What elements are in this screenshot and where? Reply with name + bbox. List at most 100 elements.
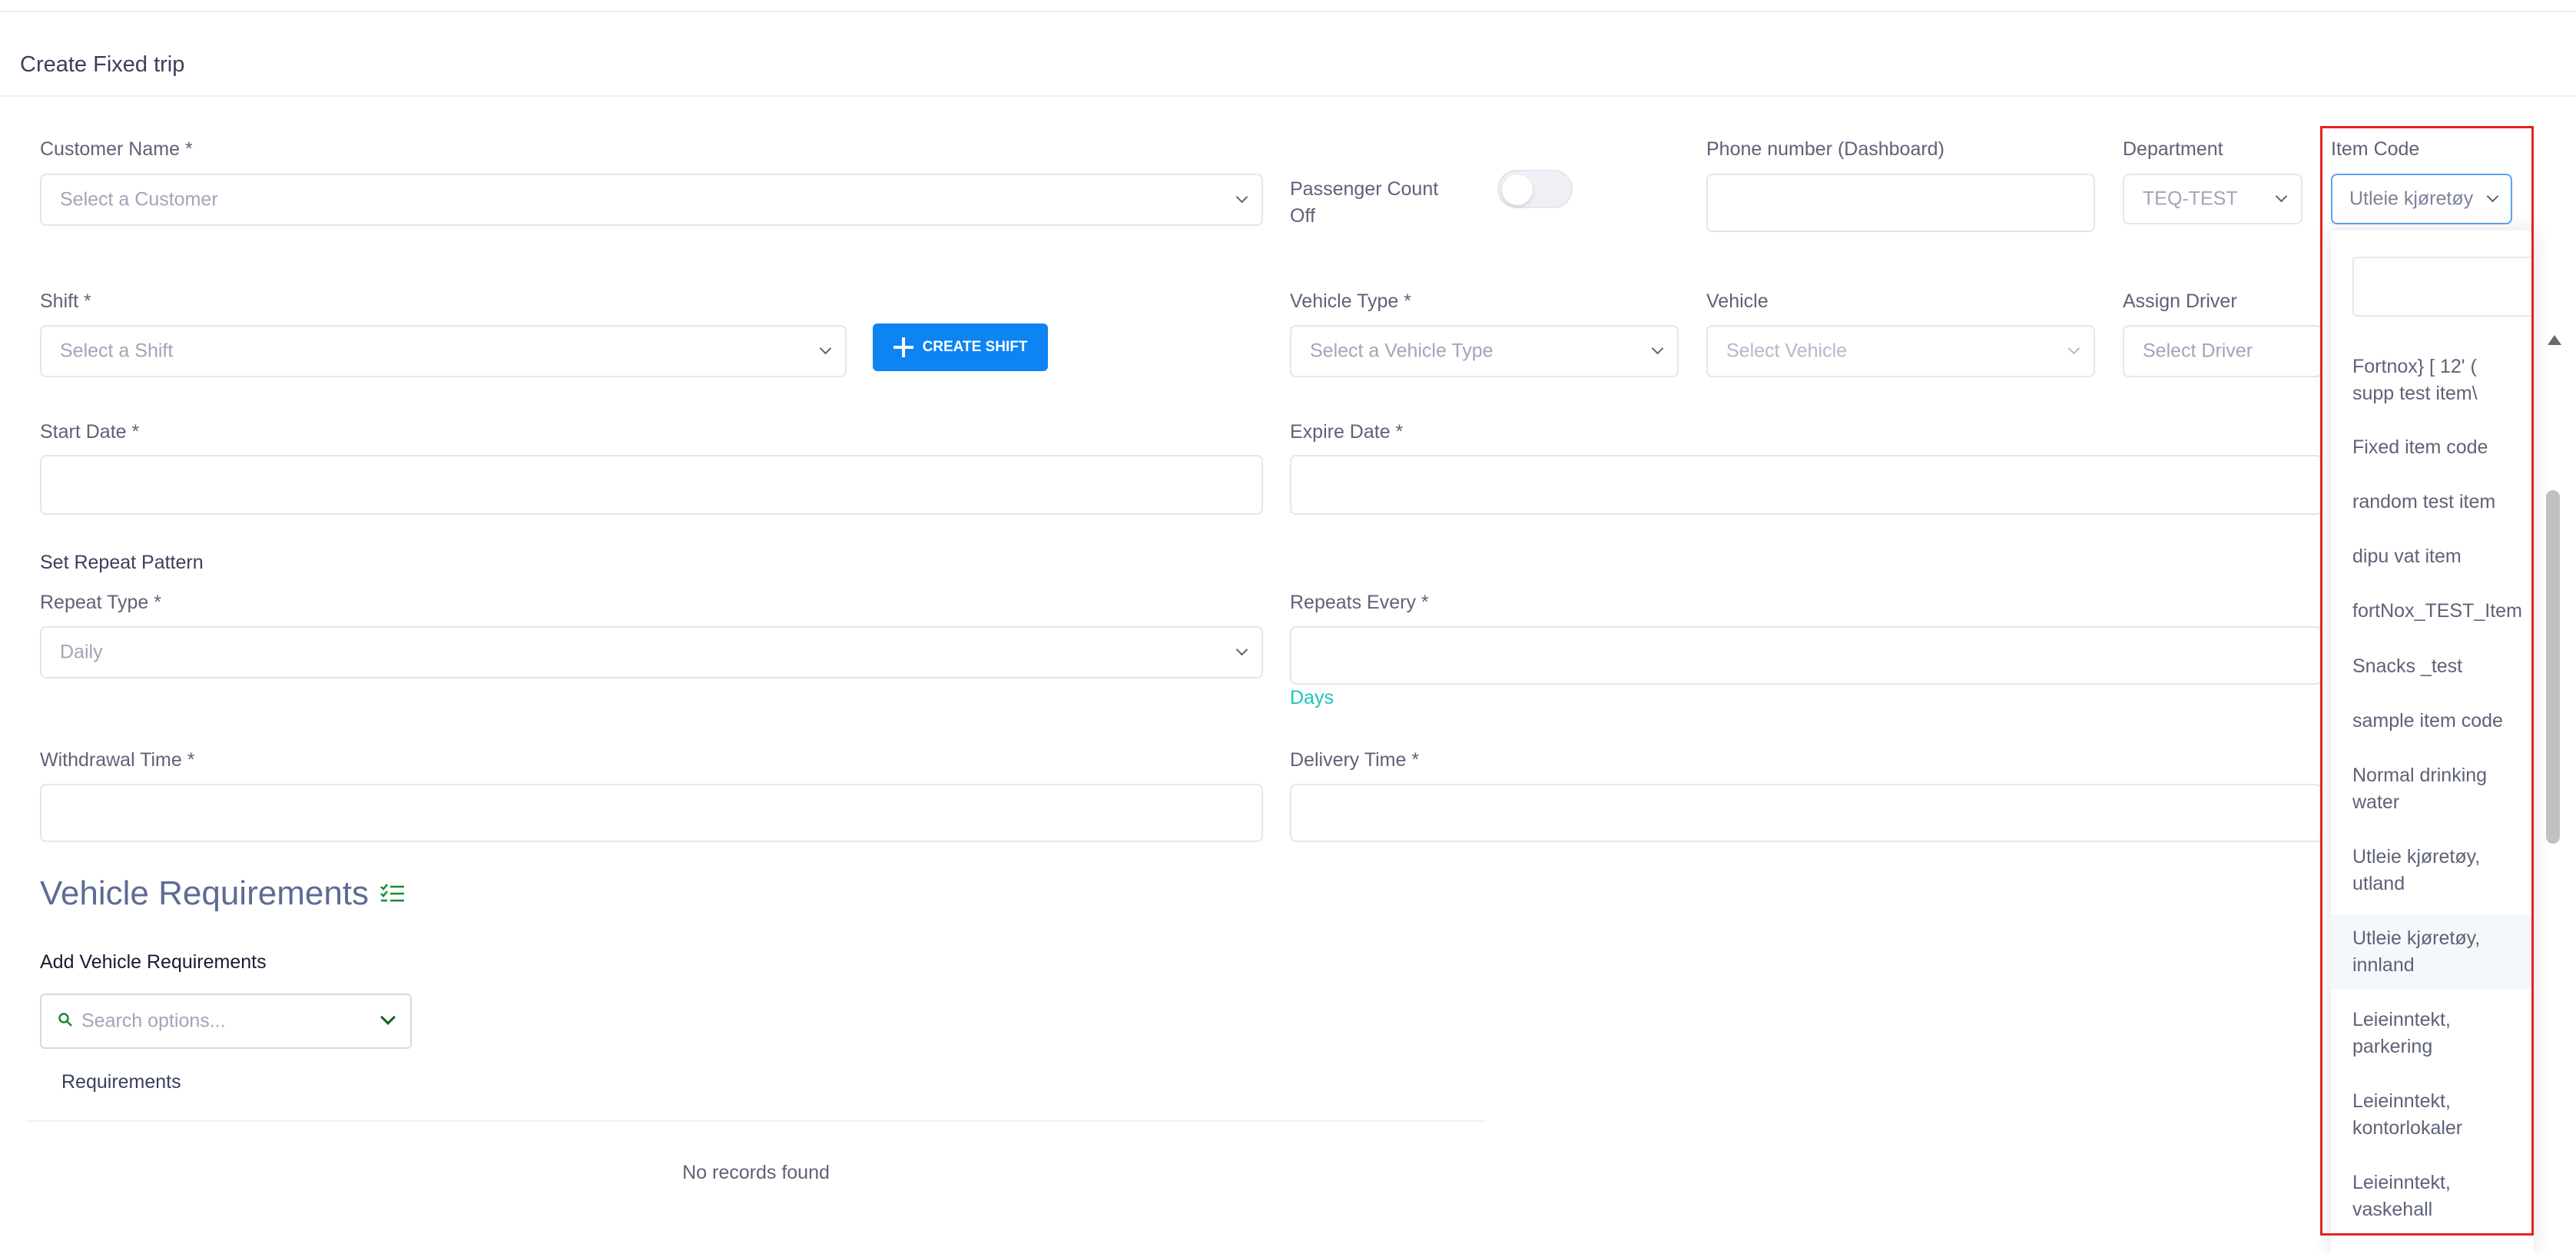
start-date-input[interactable] — [40, 455, 1263, 515]
top-bar — [0, 0, 2576, 12]
dropdown-option[interactable]: Leieinntekt, parkering — [2331, 1007, 2534, 1060]
phone-label: Phone number (Dashboard) — [1706, 138, 1944, 160]
dropdown-option[interactable]: Fixed item code — [2331, 434, 2534, 461]
dropdown-option[interactable]: dipu vat item — [2331, 543, 2534, 570]
dropdown-option-line1: fortNox_TEST_Item — [2352, 600, 2522, 622]
chevron-down-icon — [2486, 190, 2499, 203]
dropdown-option-line1: Leieinntekt, — [2352, 1009, 2451, 1030]
department-label: Department — [2123, 138, 2223, 160]
vehicle-type-select-placeholder: Select a Vehicle Type — [1310, 340, 1494, 362]
dropdown-option-line1: Leieinntekt, — [2352, 1172, 2451, 1193]
chevron-down-icon — [1235, 191, 1248, 204]
requirements-column-header: Requirements — [61, 1071, 181, 1093]
dropdown-option-line1: Utleie kjøretøy, — [2352, 927, 2481, 949]
vehicle-requirements-title-text: Vehicle Requirements — [40, 874, 370, 912]
chevron-down-icon — [1235, 643, 1248, 656]
empty-state-text: No records found — [682, 1162, 830, 1183]
withdrawal-time-input[interactable] — [40, 784, 1263, 842]
dropdown-option-line1: Snacks _test — [2352, 655, 2463, 677]
search-icon — [58, 1013, 72, 1027]
vehicle-select-placeholder: Select Vehicle — [1726, 340, 1848, 362]
customer-select[interactable]: Select a Customer — [40, 174, 1263, 226]
scroll-up-arrow-icon[interactable] — [2548, 335, 2561, 345]
dropdown-option[interactable]: Leieinntekt, vaskehall — [2331, 1169, 2534, 1223]
dropdown-option-line1: Leieinntekt, — [2352, 1090, 2451, 1112]
dropdown-search-input[interactable] — [2352, 257, 2534, 317]
phone-input[interactable] — [1706, 174, 2095, 232]
department-select[interactable]: TEQ-TEST — [2123, 174, 2302, 224]
dropdown-option[interactable]: Leieinntekt, kontorlokaler — [2331, 1088, 2534, 1142]
customer-select-placeholder: Select a Customer — [60, 188, 218, 211]
expire-date-input[interactable] — [1290, 455, 2322, 515]
dropdown-option-hovered[interactable]: Utleie kjøretøy, innland — [2331, 914, 2534, 990]
dropdown-option-line1: Fixed item code — [2352, 436, 2488, 458]
repeats-every-unit-hint: Days — [1290, 687, 1334, 708]
requirements-search-placeholder: Search options... — [81, 1010, 226, 1032]
vehicle-type-select[interactable]: Select a Vehicle Type — [1290, 325, 1679, 377]
dropdown-option[interactable]: Utleie kjøretøy, utland — [2331, 844, 2534, 897]
department-select-value: TEQ-TEST — [2143, 187, 2238, 210]
passenger-count-label: Passenger Count — [1290, 178, 1439, 200]
dropdown-option[interactable]: Normal drinking water — [2331, 762, 2534, 816]
dropdown-option-line2: vaskehall — [2352, 1199, 2433, 1220]
chevron-down-icon — [380, 1010, 396, 1025]
dropdown-option-line1: dipu vat item — [2352, 546, 2462, 567]
chevron-down-icon — [1651, 342, 1664, 355]
dropdown-option-line1: sample item code — [2352, 710, 2503, 732]
dropdown-option-line2: parkering — [2352, 1036, 2433, 1057]
list-check-icon — [380, 884, 405, 902]
vehicle-select[interactable]: Select Vehicle — [1706, 325, 2095, 377]
shift-select[interactable]: Select a Shift — [40, 325, 847, 377]
dropdown-option[interactable]: Snacks _test — [2331, 653, 2534, 680]
repeat-type-select-value: Daily — [60, 641, 103, 663]
dropdown-option[interactable]: Fortnox} [ 12' ( supp test item\ — [2331, 353, 2534, 407]
dropdown-option-line2: innland — [2352, 954, 2415, 976]
vehicle-label: Vehicle — [1706, 290, 1769, 312]
expire-date-label: Expire Date * — [1290, 421, 1404, 443]
dropdown-option-line1: Fortnox} [ 12' ( — [2352, 356, 2477, 377]
repeat-type-select[interactable]: Daily — [40, 626, 1263, 678]
dropdown-option[interactable]: sample item code — [2331, 708, 2534, 735]
withdrawal-time-label: Withdrawal Time * — [40, 749, 195, 771]
dropdown-option-line2: utland — [2352, 873, 2405, 894]
plus-icon — [893, 337, 913, 357]
passenger-count-state: Off — [1290, 205, 1315, 227]
dropdown-option-line2: supp test item\ — [2352, 383, 2478, 404]
chevron-down-icon — [2067, 342, 2080, 355]
create-shift-button-label: CREATE SHIFT — [922, 339, 1028, 355]
vehicle-type-label: Vehicle Type * — [1290, 290, 1411, 312]
page-title: Create Fixed trip — [20, 52, 185, 77]
delivery-time-input[interactable] — [1290, 784, 2322, 842]
add-vehicle-requirements-label: Add Vehicle Requirements — [40, 951, 267, 973]
repeats-every-input[interactable] — [1290, 626, 2322, 685]
customer-name-label: Customer Name * — [40, 138, 193, 160]
assign-driver-select[interactable]: Select Driver — [2123, 325, 2322, 377]
requirements-table-header: Requirements — [26, 1068, 1486, 1122]
page-header: Create Fixed trip — [0, 12, 2576, 97]
repeats-every-label: Repeats Every * — [1290, 592, 1429, 613]
item-code-label: Item Code — [2331, 138, 2420, 160]
dropdown-option-line2: kontorlokaler — [2352, 1117, 2463, 1139]
item-code-dropdown: Fortnox} [ 12' ( supp test item\ Fixed i… — [2331, 231, 2534, 1254]
delivery-time-label: Delivery Time * — [1290, 749, 1420, 771]
vehicle-requirements-title: Vehicle Requirements — [40, 874, 406, 913]
dropdown-scrollbar-thumb[interactable] — [2546, 490, 2560, 844]
passenger-count-toggle[interactable] — [1497, 170, 1573, 208]
create-shift-button[interactable]: CREATE SHIFT — [873, 323, 1048, 371]
shift-select-placeholder: Select a Shift — [60, 340, 174, 362]
start-date-label: Start Date * — [40, 421, 140, 443]
dropdown-option-line2: water — [2352, 791, 2400, 813]
assign-driver-select-placeholder: Select Driver — [2143, 340, 2253, 362]
dropdown-option[interactable]: fortNox_TEST_Item — [2331, 598, 2534, 625]
chevron-down-icon — [819, 342, 832, 355]
item-code-select[interactable]: Utleie kjøretøy — [2331, 174, 2512, 224]
assign-driver-label: Assign Driver — [2123, 290, 2237, 312]
item-code-select-value: Utleie kjøretøy — [2349, 187, 2474, 210]
repeat-type-label: Repeat Type * — [40, 592, 161, 613]
dropdown-option-line1: random test item — [2352, 491, 2496, 513]
dropdown-option-line1: Normal drinking — [2352, 765, 2488, 786]
dropdown-option-line1: Utleie kjøretøy, — [2352, 846, 2481, 868]
dropdown-option[interactable]: random test item — [2331, 489, 2534, 516]
requirements-search-select[interactable]: Search options... — [40, 994, 412, 1049]
toggle-knob — [1502, 174, 1533, 205]
